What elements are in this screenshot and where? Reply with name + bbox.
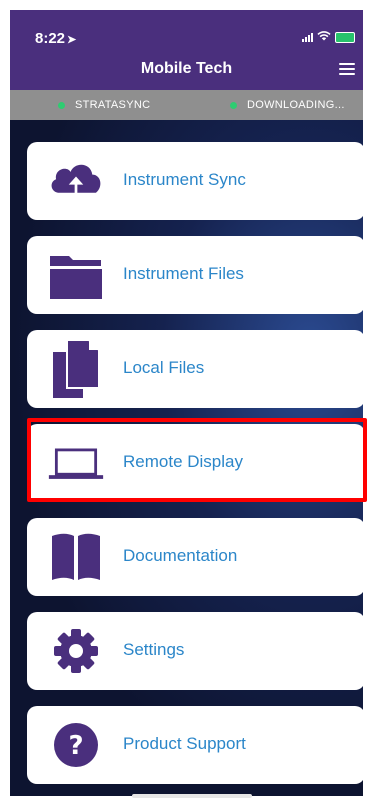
local-files-label: Local Files <box>123 358 205 377</box>
stratasync-label: STRATASYNC <box>75 99 151 111</box>
home-indicator[interactable] <box>132 794 252 798</box>
menu-item-product-support[interactable]: ? Product Support <box>27 706 365 784</box>
documentation-label: Documentation <box>123 546 238 565</box>
status-dot-icon <box>230 101 237 109</box>
menu-item-instrument-sync[interactable]: Instrument Sync <box>27 142 365 220</box>
settings-label: Settings <box>123 640 185 659</box>
app-header: 8:22 ➤ Mobile Tech <box>10 10 363 90</box>
status-time: 8:22 ➤ <box>35 30 76 47</box>
remote-display-label: Remote Display <box>123 452 243 471</box>
app-screen: 8:22 ➤ Mobile Tech STRATASYNC DOWNLOADING… <box>0 0 369 801</box>
product-support-label: Product Support <box>123 734 246 753</box>
status-icons <box>302 30 355 44</box>
status-dot-icon <box>58 101 65 109</box>
battery-icon <box>335 31 355 43</box>
signal-icon <box>302 32 313 42</box>
stratasync-status: STRATASYNC <box>58 99 150 111</box>
folder-icon <box>47 248 105 302</box>
menu-item-remote-display[interactable]: Remote Display <box>27 424 365 502</box>
question-circle-icon: ? <box>47 718 105 772</box>
menu-item-settings[interactable]: Settings <box>27 612 365 690</box>
hamburger-menu-icon[interactable] <box>339 63 355 75</box>
files-icon <box>47 339 105 398</box>
laptop-icon <box>47 436 105 490</box>
time-text: 8:22 <box>35 30 66 47</box>
location-arrow-icon: ➤ <box>67 34 77 46</box>
menu-item-instrument-files[interactable]: Instrument Files <box>27 236 365 314</box>
app-title: Mobile Tech <box>140 60 233 77</box>
gear-icon <box>47 624 105 678</box>
svg-text:?: ? <box>68 731 83 761</box>
wifi-icon <box>317 30 331 44</box>
download-status: DOWNLOADING... <box>230 99 345 111</box>
instrument-sync-label: Instrument Sync <box>123 170 246 189</box>
instrument-files-label: Instrument Files <box>123 264 244 283</box>
book-icon <box>47 530 105 584</box>
download-label: DOWNLOADING... <box>247 99 345 111</box>
menu-item-local-files[interactable]: Local Files <box>27 330 365 408</box>
menu-item-documentation[interactable]: Documentation <box>27 518 365 596</box>
menu-area: Instrument Sync Instrument Files Local F… <box>10 120 367 796</box>
sync-status-bar: STRATASYNC DOWNLOADING... <box>10 90 363 120</box>
cloud-upload-icon <box>47 154 105 208</box>
